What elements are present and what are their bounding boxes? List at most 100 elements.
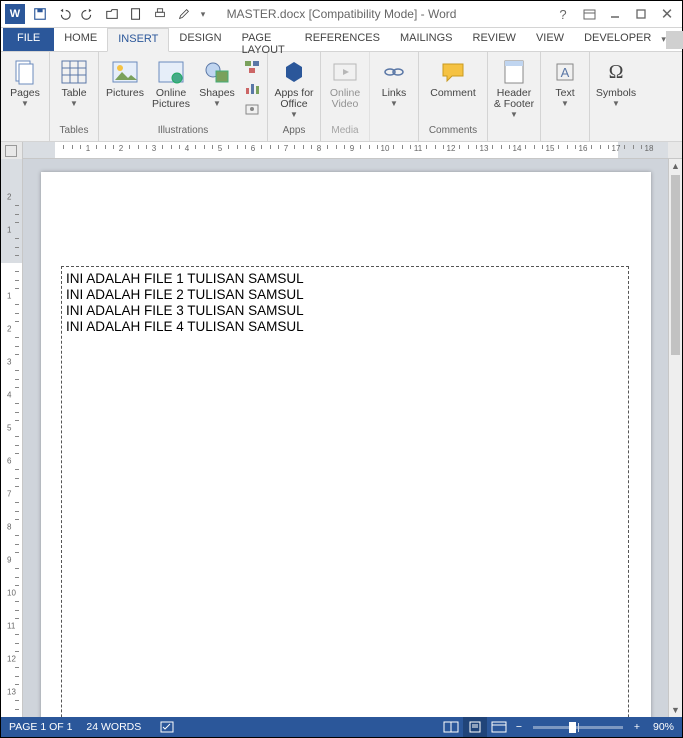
chevron-down-icon: ▼ bbox=[561, 101, 569, 107]
symbols-button[interactable]: Ω Symbols ▼ bbox=[594, 54, 638, 107]
group-apps: Apps for Office ▼ Apps bbox=[268, 52, 321, 141]
ruler-vertical[interactable]: 21123456789101112131415161718 bbox=[1, 159, 23, 717]
group-pages-label bbox=[5, 125, 45, 141]
chart-icon[interactable] bbox=[241, 78, 263, 98]
shapes-button[interactable]: Shapes ▼ bbox=[195, 54, 239, 107]
group-illustrations: Pictures Online Pictures Shapes ▼ Illust… bbox=[99, 52, 268, 141]
zoom-in-icon[interactable]: + bbox=[629, 721, 645, 733]
online-pictures-label: Online Pictures bbox=[149, 88, 193, 110]
minimize-icon[interactable] bbox=[602, 3, 628, 25]
chevron-down-icon: ▼ bbox=[390, 101, 398, 107]
shapes-icon bbox=[202, 58, 232, 86]
save-icon[interactable] bbox=[29, 3, 51, 25]
document-text[interactable]: INI ADALAH FILE 1 TULISAN SAMSUL INI ADA… bbox=[62, 267, 628, 339]
text-button[interactable]: A Text ▼ bbox=[545, 54, 585, 107]
quick-print-icon[interactable] bbox=[149, 3, 171, 25]
group-links-label bbox=[374, 125, 414, 141]
group-comments: Comment Comments bbox=[419, 52, 488, 141]
pages-button[interactable]: Pages ▼ bbox=[5, 54, 45, 107]
zoom-slider[interactable] bbox=[533, 726, 623, 729]
links-button[interactable]: Links ▼ bbox=[374, 54, 414, 107]
ribbon-tabs: FILE HOME INSERT DESIGN PAGE LAYOUT REFE… bbox=[1, 28, 682, 52]
tab-mailings[interactable]: MAILINGS bbox=[390, 28, 463, 51]
group-tables-label: Tables bbox=[54, 125, 94, 141]
text-icon: A bbox=[550, 58, 580, 86]
video-label: Online Video bbox=[325, 88, 365, 110]
scroll-up-icon[interactable]: ▲ bbox=[669, 159, 682, 173]
spelling-icon[interactable] bbox=[155, 717, 179, 737]
screenshot-icon[interactable] bbox=[241, 99, 263, 119]
symbols-label: Symbols bbox=[596, 88, 636, 99]
maximize-icon[interactable] bbox=[628, 3, 654, 25]
group-text: A Text ▼ bbox=[541, 52, 590, 141]
tab-page-layout[interactable]: PAGE LAYOUT bbox=[232, 28, 295, 51]
zoom-level[interactable]: 90% bbox=[653, 721, 674, 733]
scroll-down-icon[interactable]: ▼ bbox=[669, 703, 682, 717]
tab-developer[interactable]: DEVELOPER bbox=[574, 28, 661, 51]
ribbon: Pages ▼ Table ▼ Tables Pictures Online P… bbox=[1, 52, 682, 142]
status-bar: PAGE 1 OF 1 24 WORDS − + 90% bbox=[1, 717, 682, 737]
comment-icon bbox=[438, 58, 468, 86]
chevron-down-icon: ▼ bbox=[213, 101, 221, 107]
online-video-button: Online Video bbox=[325, 54, 365, 110]
table-button[interactable]: Table ▼ bbox=[54, 54, 94, 107]
read-mode-icon[interactable] bbox=[439, 717, 463, 737]
apps-for-office-button[interactable]: Apps for Office ▼ bbox=[272, 54, 316, 118]
header-footer-button[interactable]: Header & Footer ▼ bbox=[492, 54, 536, 118]
word-app-icon: W bbox=[5, 4, 25, 24]
smartart-icon[interactable] bbox=[241, 57, 263, 77]
redo-icon[interactable] bbox=[77, 3, 99, 25]
group-media: Online Video Media bbox=[321, 52, 370, 141]
header-footer-label: Header & Footer bbox=[492, 88, 536, 110]
zoom-out-icon[interactable]: − bbox=[511, 721, 527, 733]
edit-icon[interactable] bbox=[173, 3, 195, 25]
chevron-down-icon: ▼ bbox=[510, 112, 518, 118]
zoom-slider-thumb[interactable] bbox=[569, 722, 576, 733]
ribbon-display-options-icon[interactable] bbox=[576, 3, 602, 25]
text-label: Text bbox=[555, 88, 574, 99]
table-icon bbox=[59, 58, 89, 86]
scroll-thumb[interactable] bbox=[671, 175, 680, 355]
workspace: 21123456789101112131415161718 INI ADALAH… bbox=[1, 159, 682, 717]
tab-design[interactable]: DESIGN bbox=[169, 28, 231, 51]
ruler-horizontal[interactable]: 123456789101112131415161718 bbox=[23, 142, 668, 158]
qat-customize-icon[interactable]: ▾ bbox=[197, 3, 209, 25]
group-symbols: Ω Symbols ▼ bbox=[590, 52, 642, 141]
quick-access-toolbar: ▾ bbox=[29, 3, 209, 25]
print-layout-icon[interactable] bbox=[463, 717, 487, 737]
comment-label: Comment bbox=[430, 88, 476, 99]
help-icon[interactable]: ? bbox=[550, 3, 576, 25]
tab-home[interactable]: HOME bbox=[54, 28, 107, 51]
tab-references[interactable]: REFERENCES bbox=[295, 28, 390, 51]
tab-view[interactable]: VIEW bbox=[526, 28, 574, 51]
tab-file[interactable]: FILE bbox=[3, 28, 54, 51]
header-footer-icon bbox=[499, 58, 529, 86]
comment-button[interactable]: Comment bbox=[423, 54, 483, 99]
chevron-down-icon: ▼ bbox=[290, 112, 298, 118]
page-content-area[interactable]: INI ADALAH FILE 1 TULISAN SAMSUL INI ADA… bbox=[61, 266, 629, 717]
tab-review[interactable]: REVIEW bbox=[463, 28, 526, 51]
online-pictures-button[interactable]: Online Pictures bbox=[149, 54, 193, 110]
group-symbols-label bbox=[594, 125, 638, 141]
pictures-label: Pictures bbox=[106, 88, 144, 99]
vertical-scrollbar[interactable]: ▲ ▼ bbox=[668, 159, 682, 717]
undo-icon[interactable] bbox=[53, 3, 75, 25]
new-icon[interactable] bbox=[125, 3, 147, 25]
video-icon bbox=[330, 58, 360, 86]
document-scroll-area[interactable]: INI ADALAH FILE 1 TULISAN SAMSUL INI ADA… bbox=[23, 159, 668, 717]
pictures-button[interactable]: Pictures bbox=[103, 54, 147, 99]
account-area[interactable] bbox=[666, 28, 683, 51]
ruler-horizontal-area: 123456789101112131415161718 bbox=[1, 142, 682, 159]
symbols-icon: Ω bbox=[601, 58, 631, 86]
pictures-icon bbox=[110, 58, 140, 86]
open-icon[interactable] bbox=[101, 3, 123, 25]
close-icon[interactable]: ✕ bbox=[654, 3, 680, 25]
status-words[interactable]: 24 WORDS bbox=[86, 721, 141, 733]
group-media-label: Media bbox=[325, 125, 365, 141]
status-page[interactable]: PAGE 1 OF 1 bbox=[9, 721, 72, 733]
group-pages: Pages ▼ bbox=[1, 52, 50, 141]
tab-selector-icon[interactable] bbox=[1, 142, 23, 159]
web-layout-icon[interactable] bbox=[487, 717, 511, 737]
tab-insert[interactable]: INSERT bbox=[107, 28, 169, 52]
group-apps-label: Apps bbox=[272, 125, 316, 141]
